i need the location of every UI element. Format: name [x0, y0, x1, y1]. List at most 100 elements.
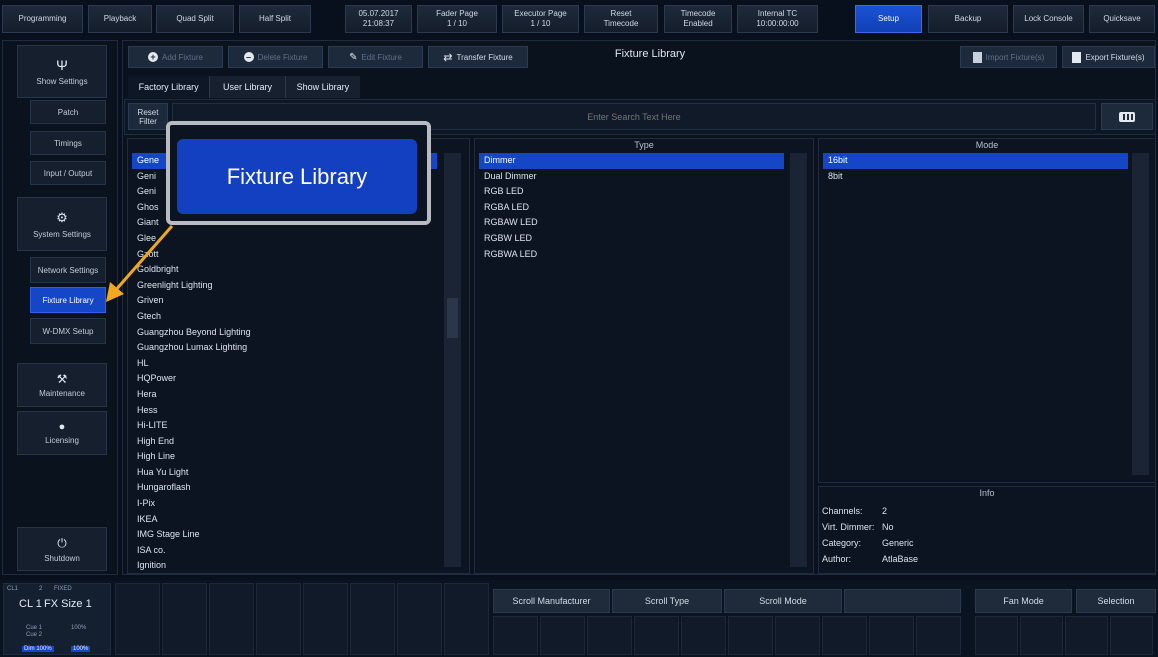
delete-fixture-button[interactable]: – Delete Fixture — [228, 46, 323, 68]
type-item[interactable]: Dual Dimmer — [479, 169, 784, 185]
manufacturer-scrollbar[interactable] — [444, 153, 461, 567]
softkey-cell[interactable] — [975, 616, 1018, 655]
scroll-manufacturer-button[interactable]: Scroll Manufacturer — [493, 589, 610, 613]
system-settings-button[interactable]: ⚙ System Settings — [17, 197, 107, 251]
manufacturer-item[interactable]: Ignition — [132, 558, 437, 571]
licensing-button[interactable]: ● Licensing — [17, 411, 107, 455]
manufacturer-item[interactable]: High End — [132, 434, 437, 450]
softkey-cell[interactable] — [916, 616, 961, 655]
sidebar-item-network-settings[interactable]: Network Settings — [30, 257, 106, 283]
softkey-cell[interactable] — [728, 616, 773, 655]
setup-button[interactable]: Setup — [855, 5, 922, 33]
mode-item[interactable]: 8bit — [823, 169, 1128, 185]
softkey-cell[interactable] — [540, 616, 585, 655]
softkey-cell[interactable] — [869, 616, 914, 655]
softkey-cell[interactable] — [1110, 616, 1153, 655]
tab-show-library[interactable]: Show Library — [286, 76, 360, 98]
fader-page-button[interactable]: Fader Page 1 / 10 — [417, 5, 497, 33]
sidebar-item-patch[interactable]: Patch — [30, 100, 106, 124]
show-settings-button[interactable]: Ψ Show Settings — [17, 45, 107, 98]
type-item[interactable]: RGBW LED — [479, 231, 784, 247]
fader-cell[interactable] — [350, 583, 395, 655]
quicksave-button[interactable]: Quicksave — [1089, 5, 1155, 33]
manufacturer-item[interactable]: I-Pix — [132, 496, 437, 512]
manufacturer-scroll-thumb[interactable] — [447, 298, 458, 338]
half-split-button[interactable]: Half Split — [239, 5, 311, 33]
type-scrollbar[interactable] — [790, 153, 807, 567]
empty-softkey[interactable] — [844, 589, 961, 613]
manufacturer-item[interactable]: Gtech — [132, 309, 437, 325]
keyboard-button[interactable] — [1101, 103, 1153, 130]
manufacturer-item[interactable]: Hua Yu Light — [132, 465, 437, 481]
fader-cell[interactable] — [444, 583, 489, 655]
scroll-mode-button[interactable]: Scroll Mode — [724, 589, 842, 613]
fader-cell[interactable] — [303, 583, 348, 655]
sidebar-item-fixture-library[interactable]: Fixture Library — [30, 287, 106, 313]
softkey-cell[interactable] — [587, 616, 632, 655]
manufacturer-item[interactable]: High Line — [132, 449, 437, 465]
manufacturer-item[interactable]: HQPower — [132, 371, 437, 387]
tab-user-library[interactable]: User Library — [210, 76, 286, 98]
fader-cell[interactable] — [115, 583, 160, 655]
mode-scrollbar[interactable] — [1132, 153, 1149, 475]
sidebar-item-timings[interactable]: Timings — [30, 131, 106, 155]
add-fixture-button[interactable]: + Add Fixture — [128, 46, 223, 68]
tab-factory-library[interactable]: Factory Library — [128, 76, 211, 98]
manufacturer-item[interactable]: Hi-LITE — [132, 418, 437, 434]
manufacturer-item[interactable]: Guangzhou Lumax Lighting — [132, 340, 437, 356]
mode-list[interactable]: 16bit 8bit — [823, 153, 1128, 184]
manufacturer-item[interactable]: IMG Stage Line — [132, 527, 437, 543]
sidebar-item-input-output[interactable]: Input / Output — [30, 161, 106, 185]
fader-cell[interactable] — [162, 583, 207, 655]
manufacturer-item[interactable]: HL — [132, 356, 437, 372]
mode-item[interactable]: 16bit — [823, 153, 1128, 169]
scroll-type-button[interactable]: Scroll Type — [612, 589, 722, 613]
manufacturer-item[interactable]: Guangzhou Beyond Lighting — [132, 325, 437, 341]
type-item[interactable]: RGBA LED — [479, 200, 784, 216]
softkey-cell[interactable] — [493, 616, 538, 655]
library-tabs: Factory Library User Library Show Librar… — [128, 76, 360, 98]
softkey-cell[interactable] — [1065, 616, 1108, 655]
selection-button[interactable]: Selection — [1076, 589, 1156, 613]
timecode-enabled-button[interactable]: Timecode Enabled — [664, 5, 732, 33]
softkey-cell[interactable] — [775, 616, 820, 655]
edit-fixture-button[interactable]: ✎ Edit Fixture — [328, 46, 423, 68]
manufacturer-item[interactable]: Hungaroflash — [132, 480, 437, 496]
programming-button[interactable]: Programming — [2, 5, 83, 33]
type-item[interactable]: Dimmer — [479, 153, 784, 169]
reset-filter-button[interactable]: Reset Filter — [128, 103, 168, 130]
manufacturer-item[interactable]: Hera — [132, 387, 437, 403]
reset-timecode-button[interactable]: Reset Timecode — [584, 5, 658, 33]
fader-cell[interactable] — [397, 583, 442, 655]
export-fixtures-button[interactable]: Export Fixture(s) — [1062, 46, 1155, 68]
fader-cell[interactable] — [256, 583, 301, 655]
sidebar-item-wdmx-setup[interactable]: W-DMX Setup — [30, 318, 106, 344]
type-item[interactable]: RGBWA LED — [479, 247, 784, 263]
backup-button[interactable]: Backup — [928, 5, 1008, 33]
maintenance-button[interactable]: ⚒ Maintenance — [17, 363, 107, 407]
info-details: Channels: 2 Virt. Dimmer: No Category: Gene… — [822, 506, 919, 564]
import-fixtures-button[interactable]: Import Fixture(s) — [960, 46, 1057, 68]
callout-label: Fixture Library — [177, 139, 417, 214]
softkey-cell[interactable] — [681, 616, 726, 655]
fan-mode-button[interactable]: Fan Mode — [975, 589, 1072, 613]
pencil-icon: ✎ — [349, 51, 358, 63]
playback-button[interactable]: Playback — [88, 5, 152, 33]
softkey-cell[interactable] — [1020, 616, 1063, 655]
manufacturer-item[interactable]: Hess — [132, 403, 437, 419]
transfer-fixture-button[interactable]: ⇄ Transfer Fixture — [428, 46, 528, 68]
executor-page-button[interactable]: Executor Page 1 / 10 — [502, 5, 579, 33]
softkey-cell[interactable] — [822, 616, 867, 655]
type-item[interactable]: RGBAW LED — [479, 215, 784, 231]
type-item[interactable]: RGB LED — [479, 184, 784, 200]
internal-tc-button[interactable]: Internal TC 10:00:00:00 — [737, 5, 818, 33]
lock-console-button[interactable]: Lock Console — [1013, 5, 1084, 33]
quad-split-button[interactable]: Quad Split — [156, 5, 234, 33]
type-list[interactable]: Dimmer Dual Dimmer RGB LED RGBA LED RGBAW LE… — [479, 153, 784, 262]
manufacturer-item[interactable]: ISA co. — [132, 543, 437, 559]
shutdown-button[interactable]: ⏻ Shutdown — [17, 527, 107, 571]
fader-cell[interactable] — [209, 583, 254, 655]
plus-icon: + — [148, 52, 159, 62]
manufacturer-item[interactable]: IKEA — [132, 512, 437, 528]
softkey-cell[interactable] — [634, 616, 679, 655]
